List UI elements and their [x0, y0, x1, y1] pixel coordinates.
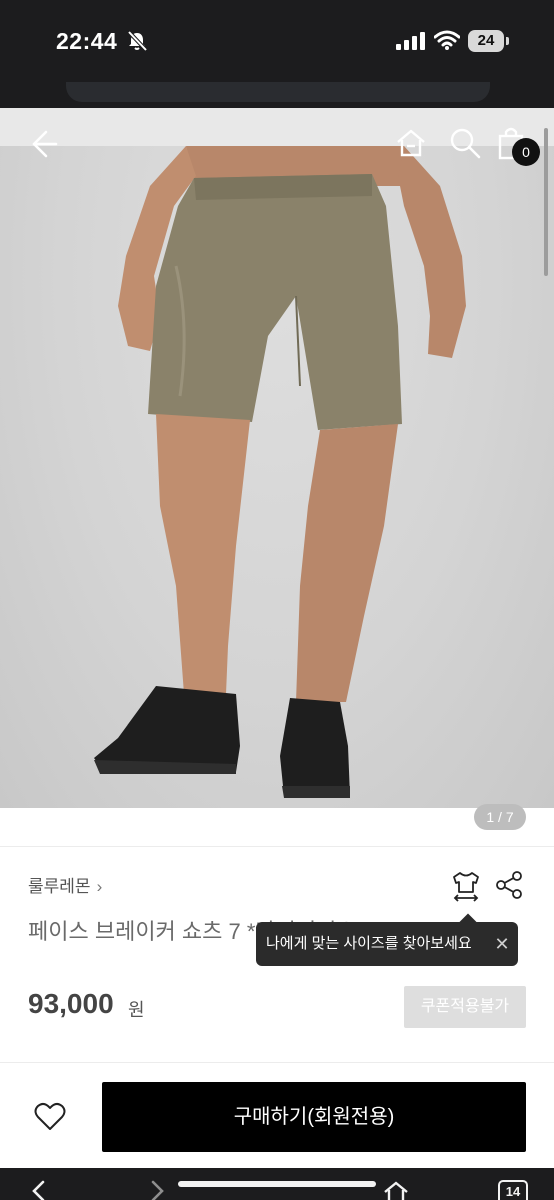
battery-level: 24 — [468, 30, 504, 52]
price-unit: 원 — [128, 1000, 145, 1020]
top-navigation — [0, 118, 554, 174]
battery-cap — [506, 37, 509, 45]
tooltip-arrow — [459, 913, 477, 931]
battery-icon: 24 — [468, 30, 510, 52]
bell-muted-icon — [127, 30, 148, 52]
share-icon[interactable] — [494, 870, 524, 900]
divider — [0, 846, 554, 847]
cart-count-badge: 0 — [512, 138, 540, 166]
scroll-indicator[interactable] — [544, 128, 548, 276]
forward-icon[interactable] — [146, 1180, 168, 1200]
wifi-icon — [434, 30, 460, 50]
heart-icon[interactable] — [30, 1096, 70, 1136]
buy-button[interactable]: 구매하기(회원전용) — [102, 1082, 526, 1152]
size-guide-shirt-icon[interactable] — [450, 870, 482, 902]
image-counter: 1 / 7 — [474, 804, 526, 830]
size-guide-tooltip: 나에게 맞는 사이즈를 찾아보세요 ✕ — [256, 913, 518, 966]
close-icon[interactable]: ✕ — [492, 922, 512, 966]
divider — [0, 1062, 554, 1063]
coupon-unavailable-button: 쿠폰적용불가 — [404, 986, 526, 1028]
home-indicator[interactable] — [178, 1181, 376, 1187]
back-icon[interactable] — [28, 1180, 50, 1200]
brand-name: 룰루레몬 — [28, 877, 91, 896]
brand-link[interactable]: 룰루레몬 › — [28, 872, 102, 897]
chevron-right-icon: › — [96, 877, 103, 896]
home-icon[interactable] — [382, 1180, 410, 1200]
product-price: 93,000 — [28, 988, 114, 1019]
status-time: 22:44 — [56, 28, 118, 54]
browser-address-strip — [0, 82, 554, 108]
tabs-icon[interactable]: 14 — [498, 1180, 528, 1200]
cellular-signal-icon — [396, 32, 425, 50]
search-icon[interactable] — [448, 126, 482, 160]
product-photo-illustration — [94, 146, 466, 798]
address-bar-remnant[interactable] — [66, 82, 490, 102]
tooltip-text: 나에게 맞는 사이즈를 찾아보세요 — [266, 935, 472, 952]
status-bar: 22:44 24 — [0, 0, 554, 82]
home-icon[interactable] — [394, 126, 428, 160]
back-arrow-icon[interactable] — [24, 126, 60, 162]
product-image[interactable] — [0, 146, 554, 808]
